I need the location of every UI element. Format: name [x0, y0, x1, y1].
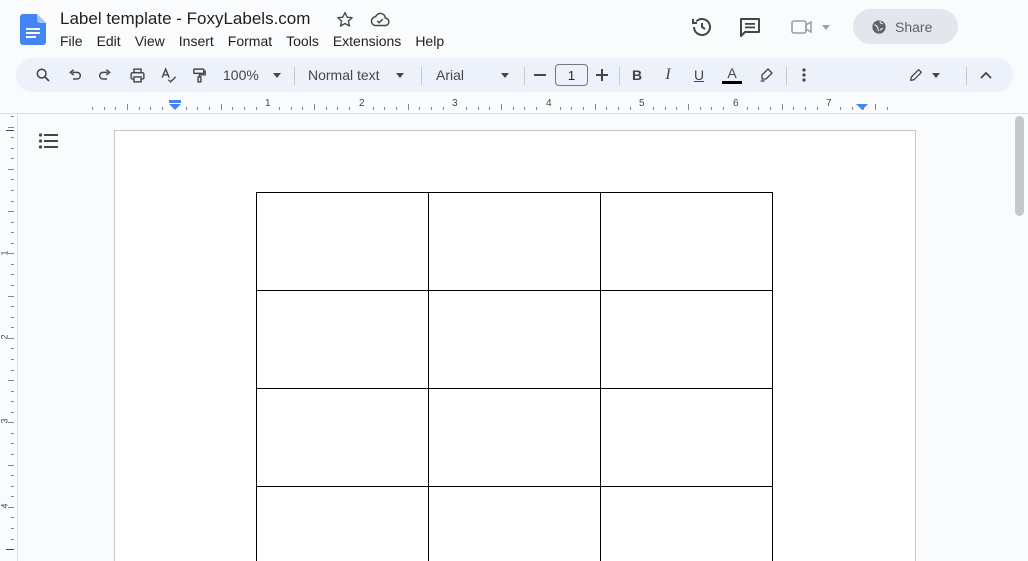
- share-button[interactable]: Share: [853, 9, 958, 44]
- ruler-number: 3: [452, 98, 458, 109]
- pencil-icon: [910, 69, 922, 81]
- docs-logo-icon[interactable]: [20, 14, 46, 45]
- label-cell[interactable]: [256, 192, 429, 291]
- ruler-number: 3: [0, 418, 10, 424]
- label-cell[interactable]: [600, 290, 773, 389]
- menubar: File Edit View Insert Format Tools Exten…: [53, 31, 451, 51]
- style-value: Normal text: [308, 67, 380, 83]
- toolbar: 100% Normal text Arial 1 B I U A: [16, 58, 1013, 92]
- italic-button[interactable]: I: [659, 58, 677, 92]
- meet-button[interactable]: [790, 15, 834, 39]
- cloud-saved-icon[interactable]: [369, 10, 391, 30]
- text-color-button[interactable]: A: [721, 58, 743, 92]
- ruler-number: 4: [0, 503, 10, 509]
- document-page[interactable]: [114, 130, 916, 561]
- divider: [421, 67, 422, 85]
- print-icon[interactable]: [126, 58, 148, 92]
- menu-insert[interactable]: Insert: [172, 31, 221, 51]
- divider: [966, 67, 967, 85]
- label-cell[interactable]: [600, 486, 773, 561]
- ruler-number: 5: [639, 98, 645, 109]
- ruler-number: 7: [826, 98, 832, 109]
- label-cell[interactable]: [428, 192, 601, 291]
- label-cell[interactable]: [600, 192, 773, 291]
- font-size-input[interactable]: 1: [555, 64, 588, 86]
- label-cell[interactable]: [600, 388, 773, 487]
- menu-view[interactable]: View: [128, 31, 172, 51]
- ruler-number: 1: [265, 98, 271, 109]
- globe-icon: [872, 19, 886, 34]
- menu-format[interactable]: Format: [221, 31, 279, 51]
- decrease-font-size-icon[interactable]: [531, 58, 549, 92]
- ruler-number: 2: [359, 98, 365, 109]
- vertical-scrollbar[interactable]: [1015, 116, 1024, 216]
- ruler-number: 2: [0, 334, 10, 340]
- document-title[interactable]: Label template - FoxyLabels.com: [60, 9, 310, 29]
- menu-tools[interactable]: Tools: [279, 31, 326, 51]
- table-row: [256, 290, 773, 389]
- collapse-menus-icon[interactable]: [976, 58, 996, 92]
- paint-format-icon[interactable]: [188, 58, 210, 92]
- label-cell[interactable]: [428, 290, 601, 389]
- menu-help[interactable]: Help: [408, 31, 451, 51]
- label-table[interactable]: [256, 192, 773, 561]
- style-select[interactable]: Normal text: [308, 58, 404, 92]
- ruler-number: 1: [0, 250, 10, 256]
- document-outline-icon[interactable]: [38, 132, 62, 154]
- divider: [524, 67, 525, 85]
- ruler-number: 4: [546, 98, 552, 109]
- header: Label template - FoxyLabels.com File Edi…: [0, 0, 1028, 56]
- label-cell[interactable]: [256, 290, 429, 389]
- spellcheck-icon[interactable]: [157, 58, 179, 92]
- table-row: [256, 192, 773, 291]
- redo-icon[interactable]: [94, 58, 116, 92]
- table-row: [256, 388, 773, 487]
- undo-icon[interactable]: [64, 58, 86, 92]
- text-color-swatch: [722, 81, 742, 84]
- share-label: Share: [895, 18, 933, 35]
- more-options-icon[interactable]: [796, 58, 812, 92]
- menu-extensions[interactable]: Extensions: [326, 31, 408, 51]
- comments-icon[interactable]: [738, 15, 762, 39]
- font-value: Arial: [436, 67, 465, 83]
- table-row: [256, 486, 773, 561]
- divider: [619, 67, 620, 85]
- chevron-down-icon: [272, 72, 281, 78]
- label-cell[interactable]: [256, 486, 429, 561]
- video-camera-icon: [791, 20, 812, 34]
- chevron-down-icon: [501, 73, 509, 78]
- docs-window: Label template - FoxyLabels.com File Edi…: [0, 0, 1028, 561]
- menu-edit[interactable]: Edit: [90, 31, 128, 51]
- bold-button[interactable]: B: [628, 58, 646, 92]
- chevron-down-icon: [932, 72, 940, 78]
- search-menus-icon[interactable]: [32, 58, 54, 92]
- divider: [786, 67, 787, 85]
- font-select[interactable]: Arial: [436, 58, 514, 92]
- editing-mode-button[interactable]: [904, 58, 944, 92]
- text-color-glyph: A: [727, 65, 737, 81]
- label-cell[interactable]: [428, 486, 601, 561]
- chevron-down-icon: [822, 24, 830, 30]
- underline-button[interactable]: U: [690, 58, 708, 92]
- menu-file[interactable]: File: [53, 31, 90, 51]
- highlight-pen-icon[interactable]: [756, 58, 776, 92]
- divider: [294, 67, 295, 85]
- version-history-icon[interactable]: [690, 15, 714, 39]
- star-icon[interactable]: [335, 10, 355, 30]
- increase-font-size-icon[interactable]: [593, 58, 611, 92]
- horizontal-ruler[interactable]: [0, 96, 1028, 114]
- zoom-select[interactable]: 100%: [223, 58, 281, 92]
- chevron-down-icon: [395, 72, 404, 78]
- ruler-number: 6: [733, 98, 739, 109]
- label-cell[interactable]: [428, 388, 601, 487]
- zoom-value: 100%: [223, 67, 259, 83]
- label-cell[interactable]: [256, 388, 429, 487]
